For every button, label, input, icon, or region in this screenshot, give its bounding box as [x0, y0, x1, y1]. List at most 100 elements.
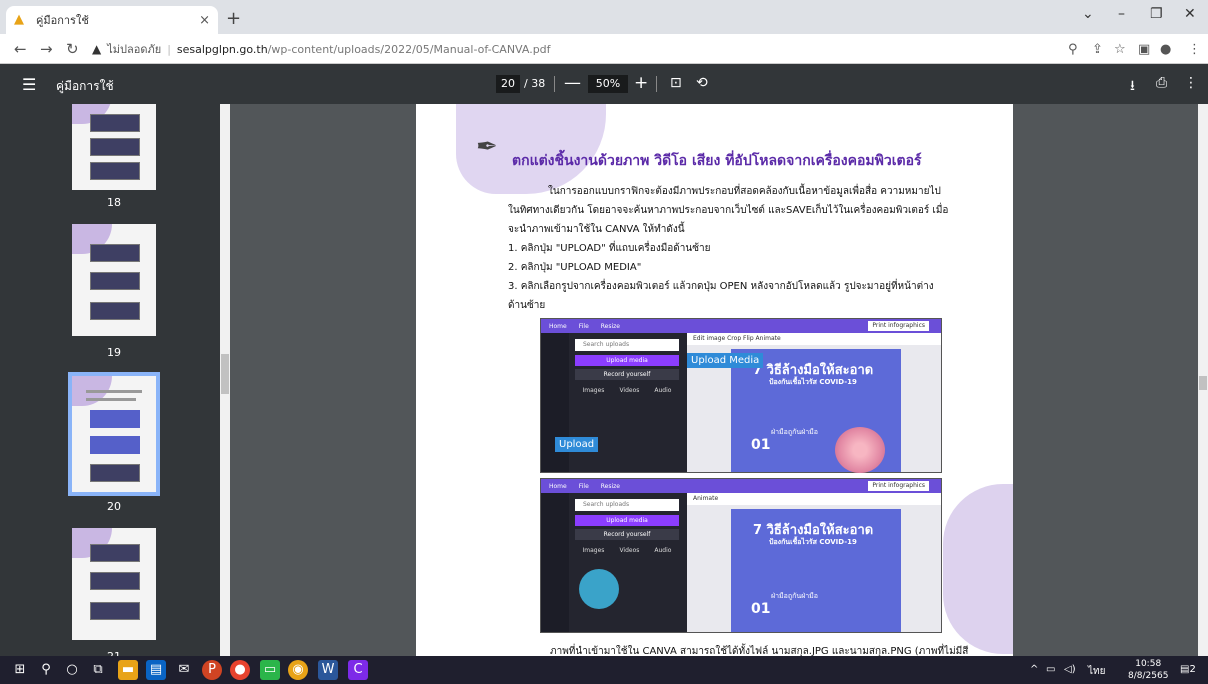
notification-icon[interactable]: ▤2 [1180, 664, 1196, 675]
design-subtitle: ป้องกันเชื้อไวรัส COVID-19 [769, 378, 857, 386]
design-number: 01 [751, 437, 771, 453]
zoom-in-button[interactable]: + [634, 73, 648, 93]
task-view-icon[interactable]: ⧉ [88, 660, 108, 680]
canva-screenshot-1: Home File Resize Print infographics Search… [540, 318, 942, 473]
word-icon[interactable]: W [318, 660, 338, 680]
app-icon[interactable]: ● [230, 660, 250, 680]
zoom-icon[interactable]: ⚲ [1068, 42, 1078, 57]
restore-button[interactable]: ❐ [1150, 6, 1163, 22]
thumbnail-label: 19 [107, 346, 121, 359]
canva-media-tabs: Images Videos Audio [582, 547, 672, 554]
canva-topbar: Home File Resize Print infographics [541, 479, 941, 493]
main-scroll-thumb[interactable] [1199, 376, 1207, 390]
canva-topbar: Home File Resize Print infographics [541, 319, 941, 333]
toolbar-divider [554, 76, 555, 92]
thumbnail-label: 18 [107, 196, 121, 209]
clock-time: 10:58 [1135, 659, 1162, 669]
tray-chevron-icon[interactable]: ^ [1030, 664, 1038, 675]
page-thumbnail-21[interactable] [72, 528, 156, 640]
bottom-paragraph: ภาพที่นำเข้ามาใช้ใน CANVA สามารถใช้ได้ทั… [550, 646, 969, 656]
notification-count: 2 [1189, 664, 1196, 675]
forward-button[interactable]: → [40, 40, 53, 58]
sidebar-scrollbar[interactable] [220, 104, 230, 656]
search-icon[interactable]: ⚲ [36, 660, 56, 680]
step-2: 2. คลิกปุ่ม "UPLOAD MEDIA" [508, 262, 642, 273]
upload-callout: Upload [555, 437, 599, 452]
design-subtitle: ป้องกันเชื้อไวรัส COVID-19 [769, 538, 857, 546]
uploaded-hand-image [579, 569, 619, 609]
windows-taskbar: ⊞ ⚲ ○ ⧉ ▬ ▤ ✉ P ● ▭ ◉ W C ^ ▭ ◁) ไทย 10:… [0, 656, 1208, 684]
zoom-level-input[interactable]: 50% [588, 75, 628, 93]
flower-image [835, 427, 885, 473]
zoom-out-button[interactable]: — [564, 73, 581, 93]
new-tab-button[interactable]: + [226, 8, 241, 29]
volume-icon[interactable]: ◁) [1064, 664, 1076, 675]
share-icon[interactable]: ⇪ [1092, 42, 1103, 57]
canva-icon[interactable]: C [348, 660, 368, 680]
page-thumbnail-20[interactable] [68, 372, 160, 496]
line-icon[interactable]: ▭ [260, 660, 280, 680]
paragraph-line: จะนำภาพเข้ามาใช้ใน CANVA ให้ทำดังนี้ [508, 224, 685, 235]
back-button[interactable]: ← [14, 40, 27, 58]
canva-upload-media-button: Upload media [575, 515, 679, 526]
url-separator: | [167, 42, 171, 56]
taskbar-clock[interactable]: 10:58 8/8/2565 [1128, 658, 1168, 682]
canva-workspace: Animate 7 วิธีล้างมือให้สะอาด ป้องกันเชื… [687, 493, 941, 632]
main-scrollbar[interactable] [1198, 104, 1208, 656]
design-step-label: ฝ่ามือถูกันฝ่ามือ [771, 592, 818, 600]
tab-title: คู่มือการใช้ [36, 14, 89, 27]
clock-date: 8/8/2565 [1128, 671, 1169, 681]
canva-record-button: Record yourself [575, 529, 679, 540]
bookmark-star-icon[interactable]: ☆ [1114, 42, 1126, 57]
powerpoint-icon[interactable]: P [202, 660, 222, 680]
page-thumbnail-19[interactable] [72, 224, 156, 336]
cortana-icon[interactable]: ○ [62, 660, 82, 680]
start-button-icon[interactable]: ⊞ [10, 660, 30, 680]
chrome-icon[interactable]: ◉ [288, 660, 308, 680]
pdf-document-title: คู่มือการใช้ [56, 79, 114, 93]
store-icon[interactable]: ▤ [146, 660, 166, 680]
tab-strip: ▲ คู่มือการใช้ × + ⌄ – ❐ ✕ [0, 0, 1208, 34]
canva-media-tabs: Images Videos Audio [582, 387, 672, 394]
thumbnail-label: 20 [107, 500, 121, 513]
canva-search-uploads: Search uploads [575, 339, 679, 351]
upload-media-callout: Upload Media [687, 353, 764, 368]
page-total: / 38 [524, 77, 546, 90]
pdf-viewport: ✒ ตกแต่งชิ้นงานด้วยภาพ วิดีโอ เสียง ที่อ… [230, 104, 1198, 656]
close-window-button[interactable]: ✕ [1184, 6, 1196, 22]
print-infographics-button: Print infographics [868, 481, 929, 491]
rotate-icon[interactable]: ⟲ [696, 75, 708, 91]
address-bar[interactable]: ▲ ไม่ปลอดภัย | sesalpglpn.go.th /wp-cont… [92, 38, 1042, 60]
network-icon[interactable]: ▭ [1046, 664, 1055, 675]
canva-screenshot-2: Home File Resize Print infographics Search… [540, 478, 942, 633]
input-language[interactable]: ไทย [1088, 664, 1105, 679]
mail-icon[interactable]: ✉ [174, 660, 194, 680]
step-3-continued: ด้านซ้าย [508, 300, 546, 311]
fit-page-icon[interactable]: ⊡ [670, 75, 682, 91]
page-thumbnail-18[interactable] [72, 104, 156, 190]
reload-button[interactable]: ↻ [66, 40, 79, 58]
profile-avatar[interactable]: ● [1160, 42, 1171, 57]
not-secure-label: ไม่ปลอดภัย [107, 43, 162, 56]
thumbnail-sidebar: 18 19 20 21 [0, 104, 230, 656]
canva-upload-media-button: Upload media [575, 355, 679, 366]
file-explorer-icon[interactable]: ▬ [118, 660, 138, 680]
minimize-button[interactable]: – [1118, 6, 1125, 22]
tab-search-icon[interactable]: ⌄ [1082, 6, 1094, 22]
print-infographics-button: Print infographics [868, 321, 929, 331]
page-number-input[interactable]: 20 [496, 75, 520, 93]
tab-close-button[interactable]: × [199, 13, 210, 28]
sidebar-scroll-thumb[interactable] [221, 354, 229, 394]
more-actions-icon[interactable]: ⋮ [1184, 75, 1198, 91]
paragraph-line: ในการออกแบบกราฟิกจะต้องมีภาพประกอบที่สอด… [548, 186, 941, 197]
canva-design: 7 วิธีล้างมือให้สะอาด ป้องกันเชื้อไวรัส … [731, 509, 901, 632]
browser-tab[interactable]: ▲ คู่มือการใช้ × [6, 6, 218, 34]
browser-menu-icon[interactable]: ⋮ [1188, 42, 1201, 57]
hamburger-menu-icon[interactable]: ☰ [22, 75, 36, 94]
pdf-toolbar: ☰ คู่มือการใช้ 20 / 38 — 50% + ⊡ ⟲ ⭳ ⎙ ⋮ [0, 64, 1208, 104]
page-heading: ตกแต่งชิ้นงานด้วยภาพ วิดีโอ เสียง ที่อัป… [512, 153, 922, 169]
download-icon[interactable]: ⭳ [1130, 75, 1135, 99]
sidepanel-icon[interactable]: ▣ [1138, 42, 1150, 57]
canva-edit-bar: Animate [687, 493, 941, 505]
print-icon[interactable]: ⎙ [1156, 75, 1167, 91]
